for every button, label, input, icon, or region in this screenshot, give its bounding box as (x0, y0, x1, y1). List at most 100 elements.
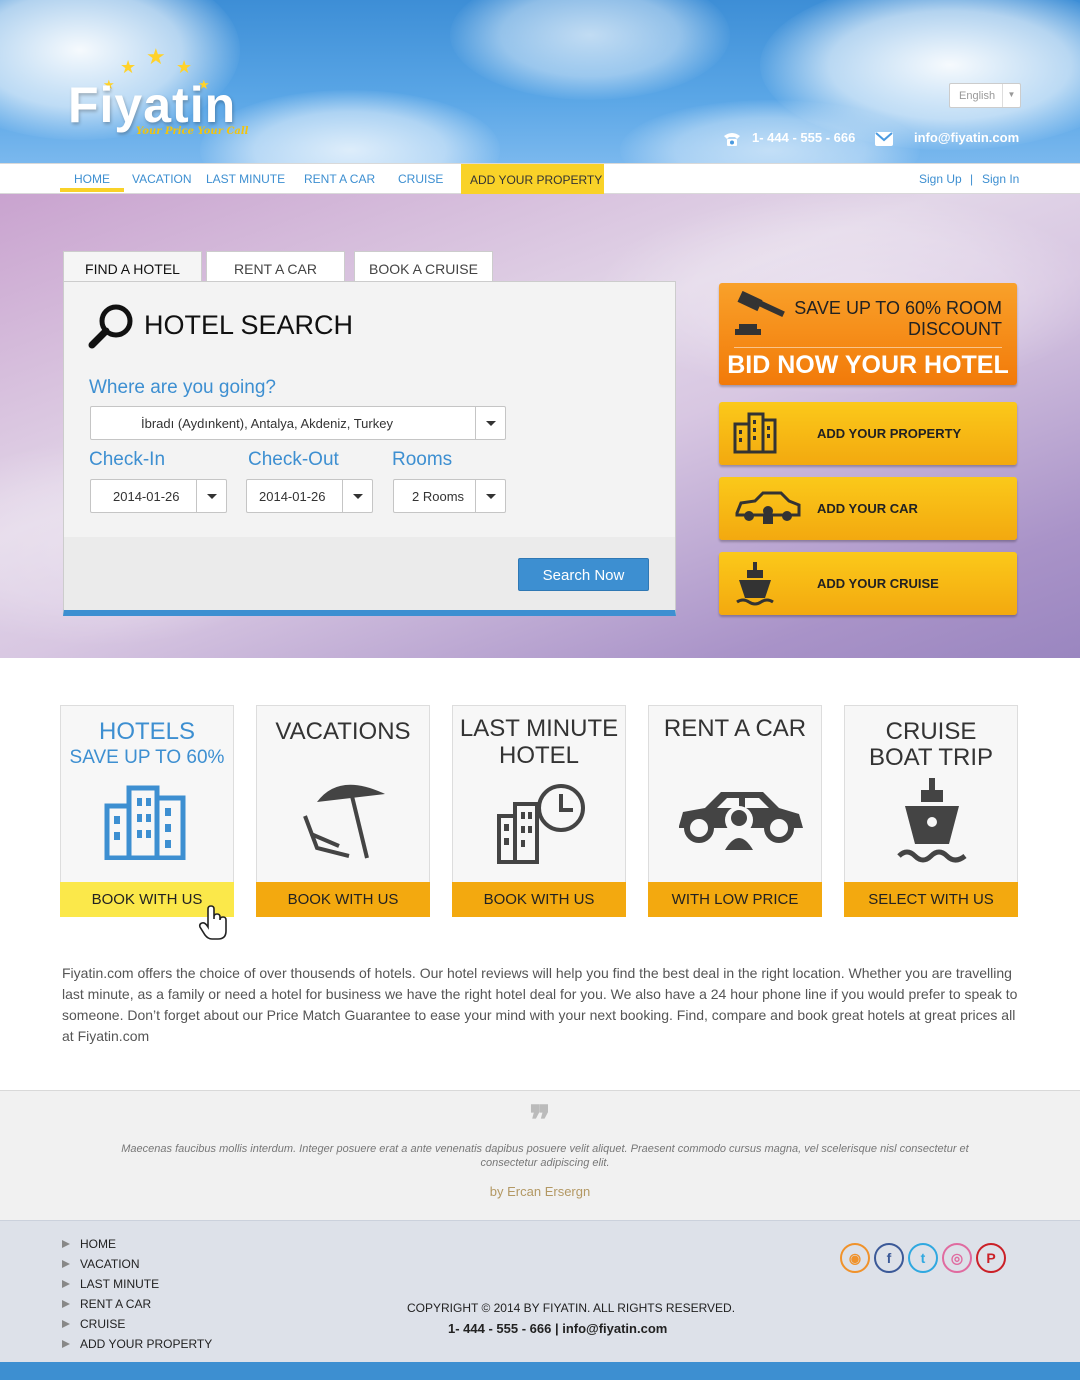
tab-rent-car[interactable]: RENT A CAR (206, 251, 345, 283)
car-icon (679, 792, 803, 850)
checkout-value: 2014-01-26 (259, 489, 326, 504)
language-select[interactable]: English ▼ (949, 83, 1021, 108)
nav-rent-a-car[interactable]: RENT A CAR (304, 172, 375, 186)
car-icon (735, 491, 801, 524)
building-clock-icon (497, 784, 585, 864)
nav-last-minute[interactable]: LAST MINUTE (206, 172, 285, 186)
mail-icon (875, 132, 893, 146)
nav-vacation[interactable]: VACATION (132, 172, 192, 186)
add-cruise-label: ADD YOUR CRUISE (817, 576, 939, 591)
tab-book-cruise[interactable]: BOOK A CRUISE (354, 251, 493, 283)
footer-link-last-minute[interactable]: LAST MINUTE (62, 1277, 159, 1291)
rss-icon[interactable]: ◉ (840, 1243, 870, 1273)
footer-link-add-property[interactable]: ADD YOUR PROPERTY (62, 1337, 212, 1351)
add-car-label: ADD YOUR CAR (817, 501, 918, 516)
arrow-right-icon (62, 1320, 70, 1328)
card-button[interactable]: BOOK WITH US (452, 882, 626, 917)
arrow-right-icon (62, 1280, 70, 1288)
arrow-right-icon (62, 1240, 70, 1248)
copyright: COPYRIGHT © 2014 BY FIYATIN. ALL RIGHTS … (407, 1301, 736, 1315)
card-hotels[interactable]: HOTELS SAVE UP TO 60% BOOK WITH US (60, 705, 234, 917)
footer-link-cruise[interactable]: CRUISE (62, 1317, 125, 1331)
phone-icon (724, 133, 740, 146)
dropdown-toggle[interactable] (342, 480, 372, 512)
tab-find-hotel[interactable]: FIND A HOTEL (63, 251, 202, 285)
header-phone[interactable]: 1- 444 - 555 - 666 (752, 130, 855, 145)
hotel-search-panel: HOTEL SEARCH Where are you going? İbradı… (63, 281, 676, 616)
nav-home[interactable]: HOME (74, 172, 110, 186)
bid-line1: SAVE UP TO 60% ROOM (794, 298, 1002, 318)
bid-divider (734, 347, 1002, 348)
building-icon (733, 412, 777, 454)
ship-icon (736, 562, 774, 606)
signin-link[interactable]: Sign In (982, 172, 1019, 186)
star-icon: ★ (176, 57, 193, 77)
rooms-value: 2 Rooms (412, 489, 465, 504)
signup-link[interactable]: Sign Up (919, 172, 962, 186)
checkout-field[interactable]: 2014-01-26 (246, 479, 373, 513)
card-subtitle: HOTEL (498, 742, 579, 769)
card-cruise[interactable]: CRUISE BOAT TRIP SELECT WITH US (844, 705, 1018, 917)
add-property-label: ADD YOUR PROPERTY (817, 426, 962, 441)
card-subtitle: BOAT TRIP (868, 744, 994, 771)
star-icon: ★ (146, 44, 166, 69)
checkin-value: 2014-01-26 (113, 489, 180, 504)
rooms-label: Rooms (392, 449, 453, 470)
dropdown-toggle[interactable] (475, 480, 505, 512)
testimonial-author: by Ercan Ersergn (489, 1184, 591, 1199)
destination-label: Where are you going? (89, 377, 276, 398)
ship-icon (897, 778, 967, 863)
card-button[interactable]: SELECT WITH US (844, 882, 1018, 917)
header-email[interactable]: info@fiyatin.com (914, 130, 1019, 145)
bottom-bar (0, 1362, 1080, 1380)
destination-value: İbradı (Aydınkent), Antalya, Akdeniz, Tu… (141, 416, 393, 431)
star-icon: ★ (120, 57, 137, 77)
logo[interactable]: ★ ★ ★ ★ ★ Fiyatin Your Price Your Call (68, 44, 258, 143)
facebook-icon[interactable]: f (874, 1243, 904, 1273)
card-button[interactable]: BOOK WITH US (256, 882, 430, 917)
hand-cursor-icon (198, 905, 227, 940)
language-value: English (959, 90, 996, 102)
footer-contact: 1- 444 - 555 - 666 | info@fiyatin.com (448, 1321, 668, 1336)
arrow-right-icon (62, 1260, 70, 1268)
bid-line2: DISCOUNT (908, 319, 1002, 339)
nav-active-indicator (60, 188, 124, 192)
destination-select[interactable]: İbradı (Aydınkent), Antalya, Akdeniz, Tu… (90, 406, 506, 440)
card-title: LAST MINUTE (459, 715, 619, 742)
card-rent-a-car[interactable]: RENT A CAR WITH LOW PRICE (648, 705, 822, 917)
footer-link-home[interactable]: HOME (62, 1237, 116, 1251)
add-cruise-button[interactable]: ADD YOUR CRUISE (719, 552, 1017, 615)
card-title: RENT A CAR (663, 715, 807, 742)
nav-add-property[interactable]: ADD YOUR PROPERTY (461, 164, 604, 194)
checkin-label: Check-In (89, 449, 166, 470)
footer: HOME VACATION LAST MINUTE RENT A CAR CRU… (0, 1220, 1080, 1362)
dropdown-toggle[interactable] (196, 480, 226, 512)
checkin-field[interactable]: 2014-01-26 (90, 479, 227, 513)
footer-link-rent-a-car[interactable]: RENT A CAR (62, 1297, 151, 1311)
rooms-select[interactable]: 2 Rooms (393, 479, 506, 513)
card-title: HOTELS (98, 718, 196, 745)
description-text: Fiyatin.com offers the choice of over th… (62, 965, 1018, 1044)
testimonial-section: ❞ Maecenas faucibus mollis interdum. Int… (0, 1090, 1080, 1220)
pinterest-icon[interactable]: P (976, 1243, 1006, 1273)
twitter-icon[interactable]: t (908, 1243, 938, 1273)
nav-cruise[interactable]: CRUISE (398, 172, 443, 186)
main-nav: HOME VACATION LAST MINUTE RENT A CAR CRU… (0, 163, 1080, 194)
bid-hotel-banner[interactable]: SAVE UP TO 60% ROOM DISCOUNT BID NOW YOUR… (719, 283, 1017, 385)
dribbble-icon[interactable]: ◎ (942, 1243, 972, 1273)
add-car-button[interactable]: ADD YOUR CAR (719, 477, 1017, 540)
card-vacations[interactable]: VACATIONS BOOK WITH US (256, 705, 430, 917)
hotel-building-icon (104, 785, 186, 860)
search-now-button[interactable]: Search Now (518, 558, 649, 591)
card-last-minute-hotel[interactable]: LAST MINUTE HOTEL BOOK WITH US (452, 705, 626, 917)
footer-link-vacation[interactable]: VACATION (62, 1257, 140, 1271)
bid-cta: BID NOW YOUR HOTEL (727, 351, 1009, 379)
chevron-down-icon (486, 421, 496, 426)
card-button[interactable]: WITH LOW PRICE (648, 882, 822, 917)
testimonial-quote: Maecenas faucibus mollis interdum. Integ… (121, 1143, 969, 1169)
chevron-down-icon (353, 494, 363, 499)
chevron-down-icon (207, 494, 217, 499)
dropdown-toggle[interactable] (475, 407, 505, 439)
card-title: CRUISE (885, 718, 977, 745)
add-property-button[interactable]: ADD YOUR PROPERTY (719, 402, 1017, 465)
